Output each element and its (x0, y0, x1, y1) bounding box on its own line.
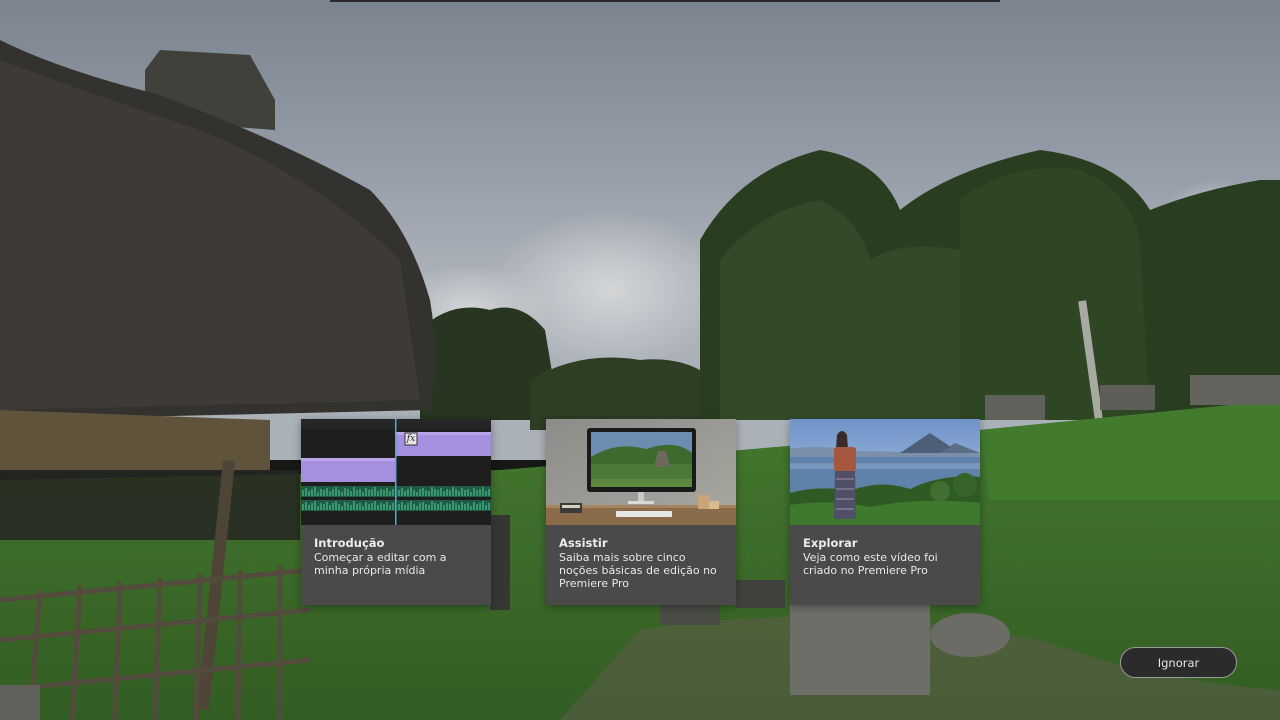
timeline-editing-thumbnail: fx (301, 419, 491, 525)
desktop-monitor-thumbnail (546, 419, 736, 525)
card-watch[interactable]: Assistir Saiba mais sobre cinco noções b… (546, 419, 736, 605)
card-explore-title: Explorar (803, 536, 858, 550)
skip-button[interactable]: Ignorar (1120, 647, 1237, 678)
top-divider (330, 0, 1000, 2)
card-intro-description: Começar a editar com a minha própria míd… (314, 551, 447, 577)
background-scene (0, 0, 1280, 720)
card-watch-description: Saiba mais sobre cinco noções básicas de… (559, 551, 717, 590)
fx-badge: fx (406, 433, 416, 444)
card-intro-title: Introdução (314, 536, 385, 550)
lake-volcano-thumbnail (790, 419, 980, 525)
card-intro[interactable]: fx Introdução Começar a editar com a min… (301, 419, 491, 605)
card-watch-title: Assistir (559, 536, 608, 550)
card-explore-description: Veja como este vídeo foi criado no Premi… (803, 551, 938, 577)
card-explore[interactable]: Explorar Veja como este vídeo foi criado… (790, 419, 980, 605)
welcome-screen: fx Introdução Começar a editar com a min… (0, 0, 1280, 720)
